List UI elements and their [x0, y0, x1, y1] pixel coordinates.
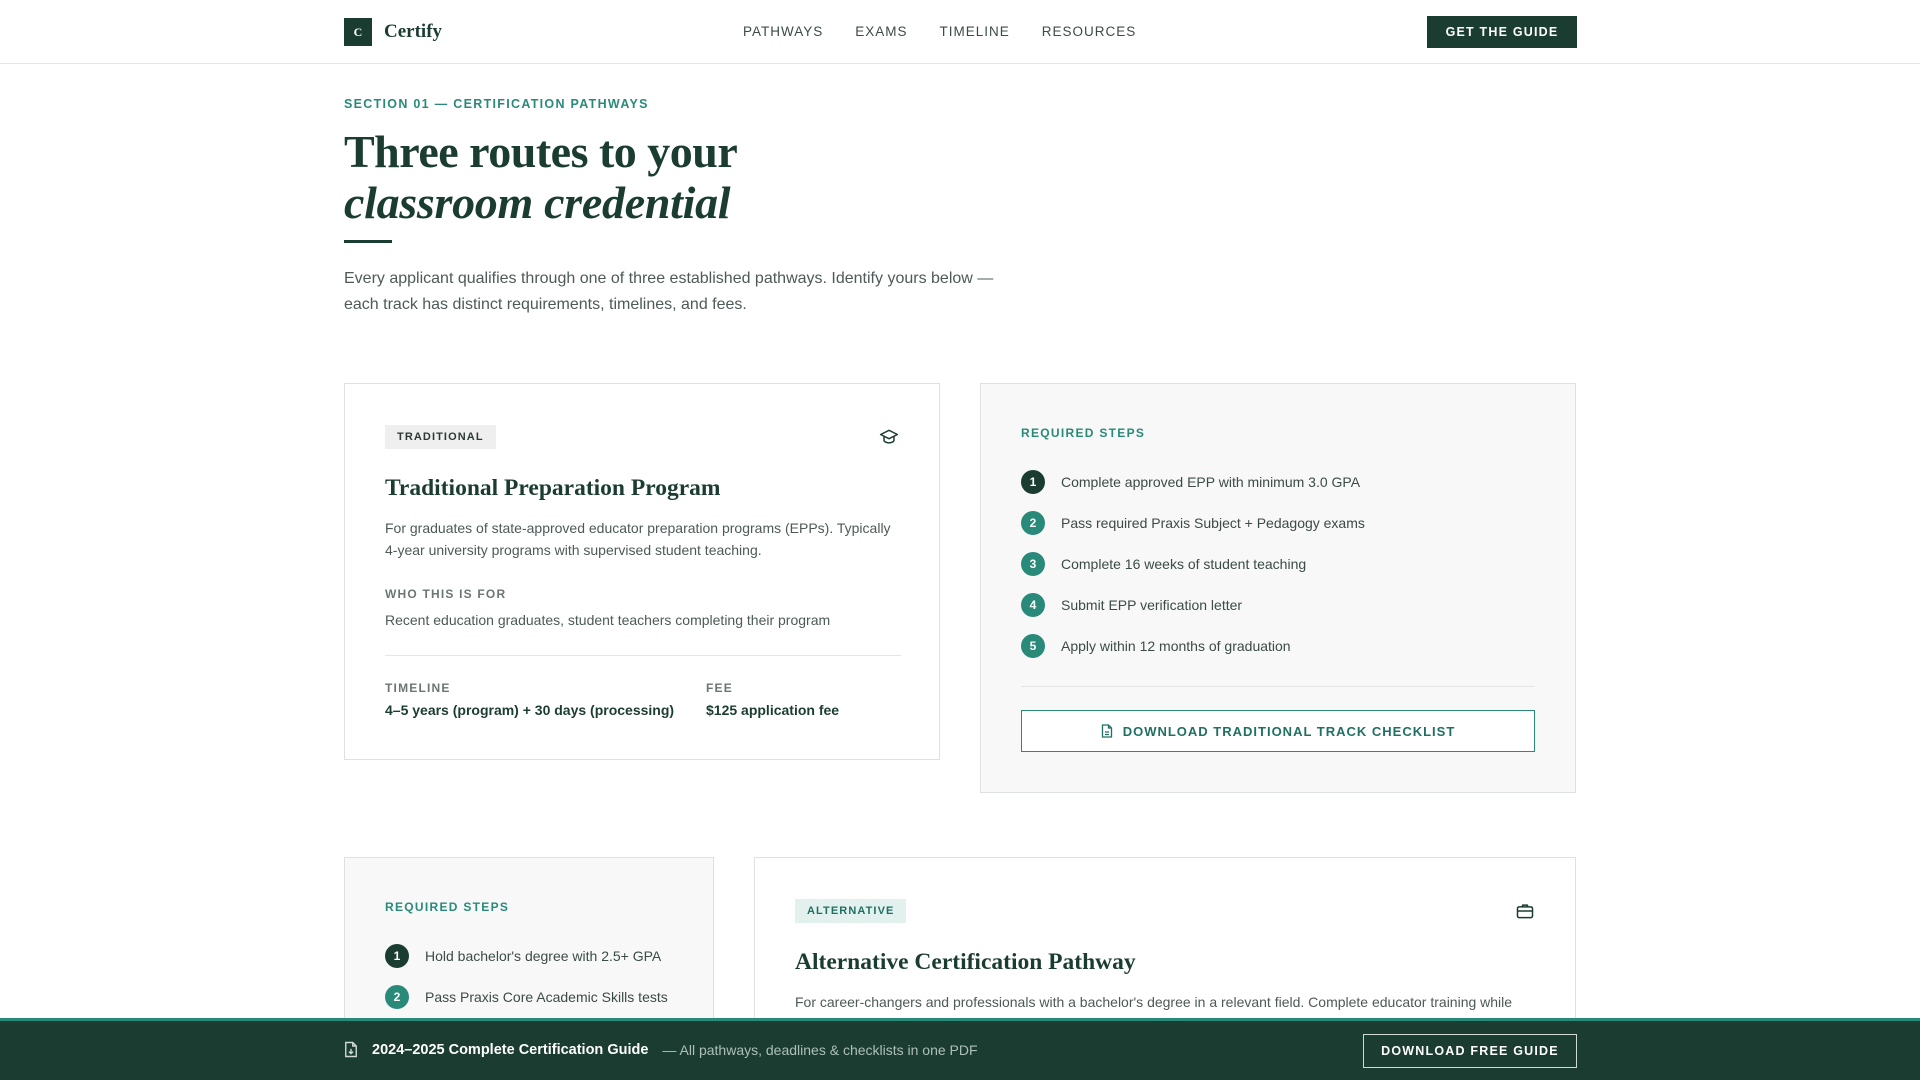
site-header: C Certify PATHWAYS EXAMS TIMELINE RESOUR… — [0, 0, 1920, 64]
main-nav: PATHWAYS EXAMS TIMELINE RESOURCES — [743, 24, 1136, 39]
download-guide-button[interactable]: DOWNLOAD FREE GUIDE — [1363, 1034, 1577, 1068]
step-number: 4 — [1021, 592, 1045, 617]
nav-pathways[interactable]: PATHWAYS — [743, 24, 823, 39]
steps-list: 1 Complete approved EPP with minimum 3.0… — [1021, 461, 1365, 666]
alternative-badge: ALTERNATIVE — [795, 899, 907, 923]
intro-paragraph: Every applicant qualifies through one of… — [344, 270, 994, 313]
step-text: Submit EPP verification letter — [1061, 596, 1243, 613]
steps-label: REQUIRED STEPS — [385, 900, 510, 914]
download-checklist-label: DOWNLOAD TRADITIONAL TRACK CHECKLIST — [1122, 723, 1456, 739]
list-item: 2 Pass required Praxis Subject + Pedagog… — [1021, 502, 1365, 543]
traditional-title: Traditional Preparation Program — [385, 475, 721, 501]
step-text: Complete approved EPP with minimum 3.0 G… — [1061, 473, 1361, 490]
step-number: 3 — [1021, 551, 1045, 576]
step-number: 1 — [385, 943, 409, 968]
fee-value: $125 application fee — [706, 702, 840, 718]
nav-timeline[interactable]: TIMELINE — [940, 24, 1010, 39]
page-title: Three routes to your classroom credentia… — [344, 124, 738, 228]
fee-label: FEE — [706, 681, 733, 695]
download-checklist-button[interactable]: DOWNLOAD TRADITIONAL TRACK CHECKLIST — [1021, 710, 1535, 752]
steps-list: 1 Hold bachelor's degree with 2.5+ GPA 2… — [385, 935, 668, 1017]
guide-subtitle: — All pathways, deadlines & checklists i… — [662, 1041, 978, 1058]
page-title-line2: classroom credential — [344, 177, 731, 228]
step-text: Apply within 12 months of graduation — [1061, 637, 1291, 654]
step-number: 2 — [1021, 510, 1045, 535]
step-text: Hold bachelor's degree with 2.5+ GPA — [425, 947, 662, 964]
step-number: 1 — [1021, 469, 1045, 494]
briefcase-icon — [1516, 904, 1534, 919]
list-item: 3 Complete 16 weeks of student teaching — [1021, 543, 1365, 584]
alternative-description: For career-changers and professionals wi… — [795, 994, 1513, 1010]
list-item: 2 Pass Praxis Core Academic Skills tests — [385, 976, 668, 1017]
card-divider — [385, 655, 901, 656]
list-item: 1 Hold bachelor's degree with 2.5+ GPA — [385, 935, 668, 976]
timeline-value: 4–5 years (program) + 30 days (processin… — [385, 702, 675, 718]
brand-logo[interactable]: C Certify — [344, 18, 442, 46]
guide-banner: 2024–2025 Complete Certification Guide —… — [0, 1018, 1920, 1080]
step-text: Pass required Praxis Subject + Pedagogy … — [1061, 514, 1365, 531]
guide-title: 2024–2025 Complete Certification Guide — [372, 1041, 649, 1058]
traditional-steps-card: REQUIRED STEPS 1 Complete approved EPP w… — [980, 383, 1576, 793]
timeline-label: TIMELINE — [385, 681, 451, 695]
list-item: 4 Submit EPP verification letter — [1021, 584, 1365, 625]
nav-resources[interactable]: RESOURCES — [1042, 24, 1137, 39]
page-title-line1: Three routes to your — [344, 126, 738, 177]
document-icon — [1101, 724, 1112, 738]
traditional-description: For graduates of state-approved educator… — [385, 520, 891, 558]
steps-label: REQUIRED STEPS — [1021, 426, 1146, 440]
list-item: 1 Complete approved EPP with minimum 3.0… — [1021, 461, 1365, 502]
section-eyebrow: SECTION 01 — CERTIFICATION PATHWAYS — [344, 97, 649, 111]
step-text: Pass Praxis Core Academic Skills tests — [425, 988, 668, 1005]
list-item: 5 Apply within 12 months of graduation — [1021, 625, 1365, 666]
step-number: 5 — [1021, 633, 1045, 658]
brand-name: Certify — [384, 21, 443, 42]
document-icon — [345, 1041, 357, 1058]
graduation-cap-icon — [879, 429, 899, 444]
get-guide-button[interactable]: GET THE GUIDE — [1427, 16, 1577, 48]
title-rule — [344, 240, 392, 243]
guide-banner-text: 2024–2025 Complete Certification Guide —… — [344, 1041, 978, 1058]
traditional-card: TRADITIONAL Traditional Preparation Prog… — [344, 383, 940, 760]
step-number: 2 — [385, 984, 409, 1009]
who-label: WHO THIS IS FOR — [385, 587, 507, 601]
nav-exams[interactable]: EXAMS — [855, 24, 907, 39]
who-text: Recent education graduates, student teac… — [385, 612, 831, 628]
alternative-title: Alternative Certification Pathway — [795, 949, 1136, 975]
steps-divider — [1021, 686, 1535, 687]
traditional-badge: TRADITIONAL — [385, 425, 496, 449]
brand-mark: C — [344, 18, 372, 46]
step-text: Complete 16 weeks of student teaching — [1061, 555, 1307, 572]
